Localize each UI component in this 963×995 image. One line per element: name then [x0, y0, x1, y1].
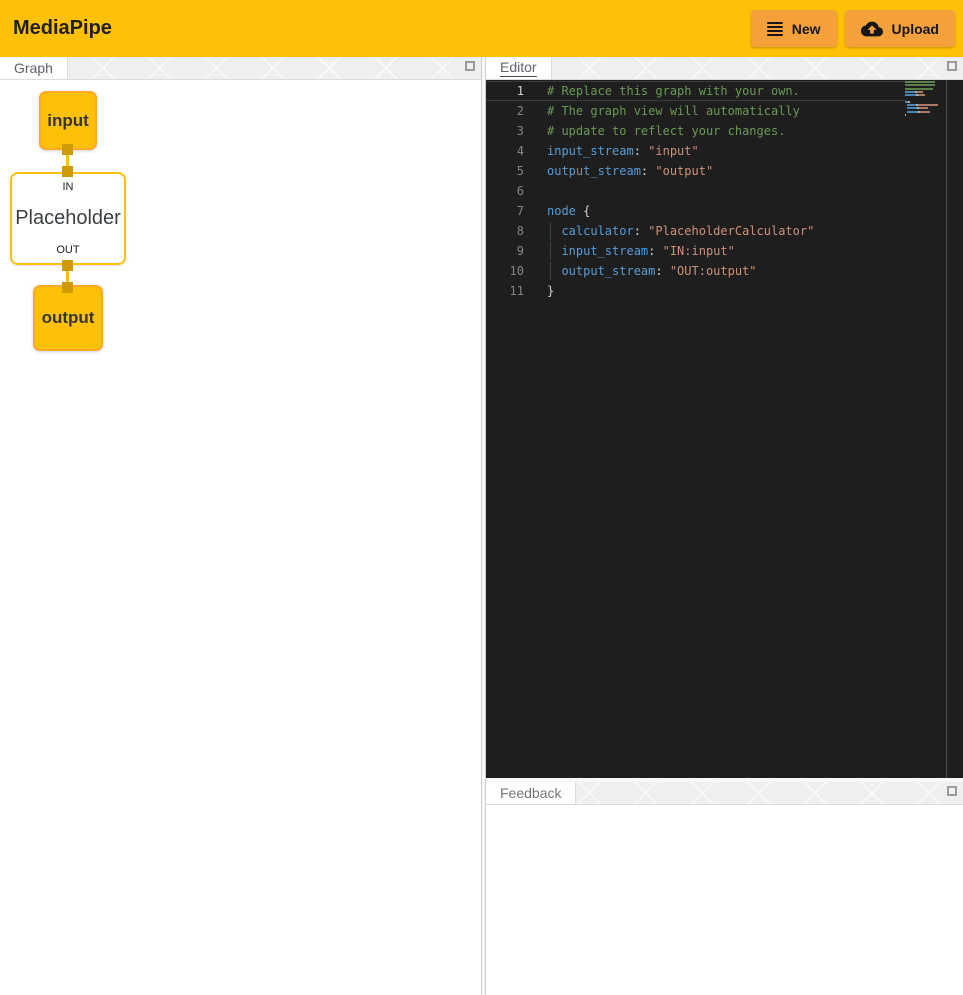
code-line[interactable]: 9 input_stream: "IN:input": [486, 241, 907, 261]
output-node-label: output: [42, 308, 95, 328]
placeholder-out-port-label: OUT: [56, 244, 79, 256]
line-number: 2: [486, 102, 524, 120]
main-area: Graph input IN Placeholder OUT output: [0, 57, 963, 995]
tab-editor[interactable]: Editor: [486, 57, 552, 79]
feedback-panel: Feedback: [486, 782, 963, 995]
feedback-content: [486, 805, 963, 995]
line-number: 9: [486, 242, 524, 260]
maximize-icon[interactable]: [465, 61, 475, 71]
editor-tabbar: Editor: [486, 57, 963, 80]
app-header: MediaPipe New Upload: [0, 0, 963, 57]
tab-feedback-label: Feedback: [500, 785, 561, 801]
maximize-icon[interactable]: [947, 61, 957, 71]
line-number: 6: [486, 182, 524, 200]
tab-graph[interactable]: Graph: [0, 57, 68, 79]
code-line[interactable]: 6: [486, 181, 907, 201]
code-line[interactable]: 2# The graph view will automatically: [486, 101, 907, 121]
line-number: 8: [486, 222, 524, 240]
line-number: 4: [486, 142, 524, 160]
port-input-out: [62, 144, 73, 155]
placeholder-in-port-label: IN: [63, 181, 74, 193]
header-buttons: New Upload: [751, 10, 955, 47]
code-line[interactable]: 1# Replace this graph with your own.: [486, 81, 907, 101]
graph-node-placeholder[interactable]: IN Placeholder OUT: [10, 172, 126, 265]
placeholder-node-label: Placeholder: [15, 207, 121, 230]
cloud-upload-icon: [861, 21, 883, 37]
right-column: Editor 1# Replace this graph with your o…: [486, 57, 963, 995]
line-number: 5: [486, 162, 524, 180]
upload-button[interactable]: Upload: [845, 10, 955, 47]
minimap[interactable]: [905, 81, 941, 117]
app-title: MediaPipe: [13, 17, 112, 40]
new-button-label: New: [792, 21, 821, 37]
code-lines[interactable]: 1# Replace this graph with your own.2# T…: [486, 81, 907, 301]
code-editor[interactable]: 1# Replace this graph with your own.2# T…: [486, 80, 963, 778]
port-placeholder-out: [62, 260, 73, 271]
line-number: 11: [486, 282, 524, 300]
line-number: 1: [486, 82, 524, 100]
graph-node-output[interactable]: output: [33, 285, 103, 351]
tab-graph-label: Graph: [14, 60, 53, 76]
graph-panel: Graph input IN Placeholder OUT output: [0, 57, 481, 995]
code-line[interactable]: 10 output_stream: "OUT:output": [486, 261, 907, 281]
menu-lines-icon: [767, 22, 783, 36]
line-number: 7: [486, 202, 524, 220]
code-line[interactable]: 3# update to reflect your changes.: [486, 121, 907, 141]
upload-button-label: Upload: [892, 21, 939, 37]
code-line[interactable]: 11}: [486, 281, 907, 301]
tab-feedback[interactable]: Feedback: [486, 782, 576, 804]
port-output-in: [62, 282, 73, 293]
code-line[interactable]: 5output_stream: "output": [486, 161, 907, 181]
line-number: 3: [486, 122, 524, 140]
port-placeholder-in: [62, 166, 73, 177]
overview-ruler: [946, 80, 947, 778]
line-number: 10: [486, 262, 524, 280]
graph-tabbar: Graph: [0, 57, 481, 80]
code-line[interactable]: 8 calculator: "PlaceholderCalculator": [486, 221, 907, 241]
maximize-icon[interactable]: [947, 786, 957, 796]
code-line[interactable]: 4input_stream: "input": [486, 141, 907, 161]
code-line[interactable]: 7node {: [486, 201, 907, 221]
graph-node-input[interactable]: input: [39, 91, 97, 150]
editor-panel: Editor 1# Replace this graph with your o…: [486, 57, 963, 778]
graph-canvas[interactable]: input IN Placeholder OUT output: [0, 80, 481, 995]
tab-editor-label: Editor: [500, 59, 537, 77]
input-node-label: input: [47, 111, 89, 131]
feedback-tabbar: Feedback: [486, 782, 963, 805]
new-button[interactable]: New: [751, 10, 837, 47]
